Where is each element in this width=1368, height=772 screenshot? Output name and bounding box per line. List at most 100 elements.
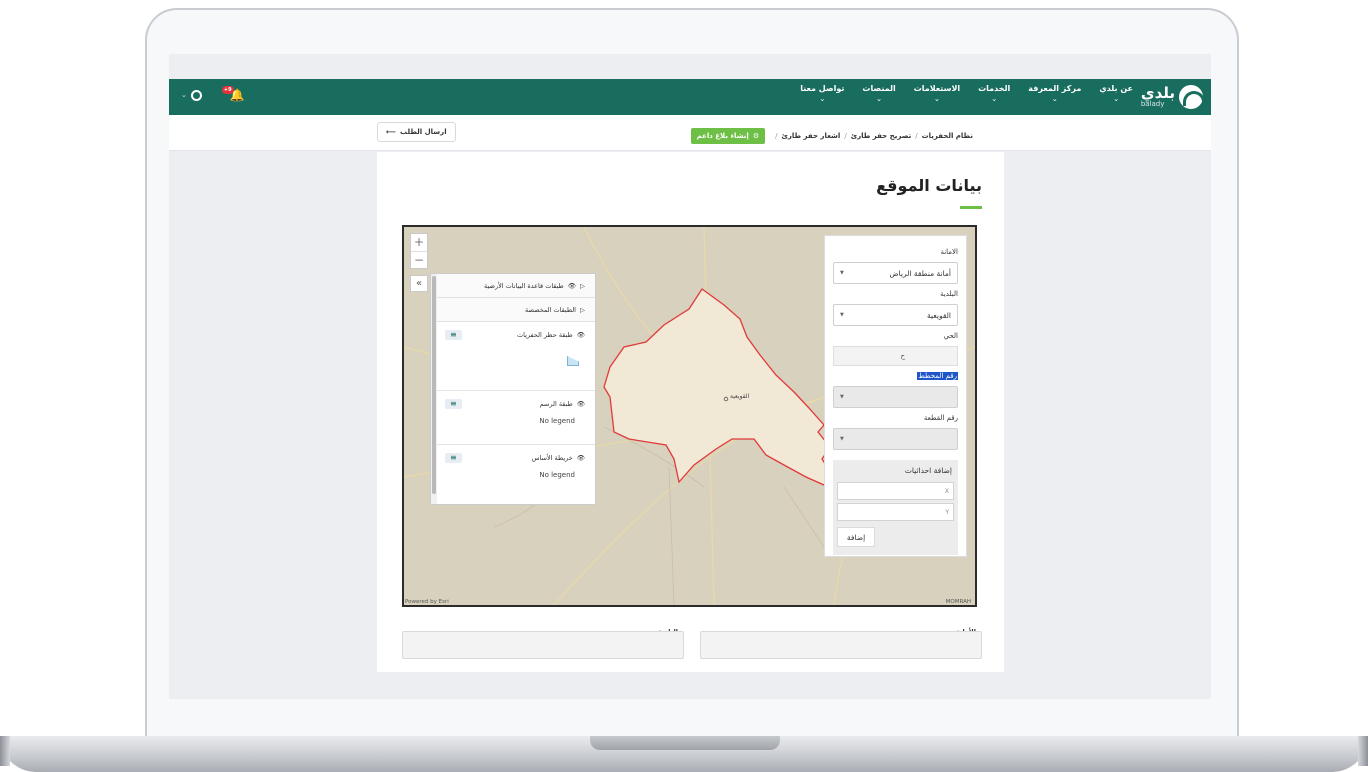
district-label: الحي bbox=[943, 332, 958, 340]
map-attribution: Powered by Esri bbox=[405, 599, 449, 605]
breadcrumb-separator: / bbox=[775, 132, 778, 140]
collapse-panel-button[interactable]: « bbox=[410, 275, 428, 292]
user-icon bbox=[190, 89, 202, 101]
breadcrumb-item[interactable]: نظام الحفريات bbox=[922, 132, 973, 140]
legend-toggle-button[interactable]: ≡ bbox=[445, 453, 462, 463]
layer-row[interactable]: ▷ الطبقات المخصصة bbox=[437, 298, 595, 322]
laptop-edge-left bbox=[0, 736, 10, 766]
location-card: بيانات الموقع القويعية + − « ▷ 👁 طبقات ق… bbox=[377, 152, 1004, 672]
send-request-button[interactable]: ارسال الطلب ⟵ bbox=[377, 122, 456, 142]
nav-item-label: الاستعلامات bbox=[913, 84, 961, 93]
map-view[interactable]: القويعية + − « ▷ 👁 طبقات قاعدة البيانات … bbox=[402, 225, 977, 607]
chevron-down-icon: ⌄ bbox=[1051, 95, 1058, 103]
laptop-edge-right bbox=[1358, 736, 1368, 766]
breadcrumb-separator: / bbox=[844, 132, 847, 140]
create-report-label: إنشاء بلاغ داعم bbox=[696, 132, 749, 140]
breadcrumb: نظام الحفريات / تصريح حفر طارئ / اشعار ح… bbox=[690, 128, 973, 144]
nav-item-label: عن بلدي bbox=[1099, 84, 1133, 93]
eye-icon[interactable]: 👁 bbox=[577, 454, 585, 462]
plot-label: رقم القطعة bbox=[923, 414, 958, 422]
plan-label-wrap: رقم المخطط bbox=[833, 372, 958, 382]
x-coordinate-input[interactable]: X bbox=[837, 482, 954, 500]
notification-badge: +9 bbox=[221, 86, 234, 94]
expand-icon[interactable]: ▷ bbox=[580, 306, 585, 314]
layer-label: خريطة الأساس bbox=[531, 454, 573, 462]
district-value: ح bbox=[900, 352, 905, 360]
no-legend-text: No legend bbox=[539, 417, 575, 425]
breadcrumb-current: اشعار حفر طارئ bbox=[781, 132, 841, 140]
laptop-notch bbox=[590, 736, 780, 750]
map-provider: MOMRAH bbox=[945, 599, 971, 605]
legend-toggle-button[interactable]: ≡ bbox=[445, 399, 462, 409]
user-menu[interactable]: ⌄ bbox=[181, 89, 202, 101]
chevron-down-icon: ⌄ bbox=[934, 95, 940, 103]
gear-icon: ⚙ bbox=[752, 132, 760, 140]
baladiya-value: القويعية bbox=[926, 310, 951, 320]
chevron-down-icon: ⌄ bbox=[1113, 95, 1120, 103]
create-report-button[interactable]: ⚙ إنشاء بلاغ داعم bbox=[690, 128, 766, 144]
location-filter-panel: الامانة أمانة منطقة الرياض ▼ البلدية الق… bbox=[824, 235, 967, 557]
screen: بلدي balady عن بلدي ⌄ مركز المعرفة ⌄ الخدم… bbox=[169, 54, 1211, 699]
layer-label: طبقات قاعدة البيانات الأرضية bbox=[484, 281, 564, 290]
layer-row[interactable]: ▷ 👁 طبقات قاعدة البيانات الأرضية bbox=[437, 274, 595, 298]
zoom-out-button[interactable]: − bbox=[411, 251, 427, 268]
amanah-value: أمانة منطقة الرياض bbox=[889, 268, 951, 278]
nav-item-about[interactable]: عن بلدي ⌄ bbox=[1099, 83, 1133, 104]
baladiya-label: البلدية bbox=[940, 290, 958, 298]
map-place-label: القويعية bbox=[730, 393, 750, 400]
baladiya-select[interactable]: القويعية ▼ bbox=[833, 304, 958, 326]
layers-scrollbar[interactable] bbox=[431, 274, 437, 504]
nav-item-label: الخدمات bbox=[978, 84, 1011, 93]
layer-block: 👁 طبقة حظر الحفريات ≡ bbox=[437, 322, 595, 391]
eye-icon[interactable]: 👁 bbox=[577, 331, 585, 339]
zoom-controls: + − bbox=[410, 233, 428, 269]
send-request-label: ارسال الطلب bbox=[400, 128, 447, 136]
expand-icon[interactable]: ▷ bbox=[580, 282, 585, 290]
baladiya-field[interactable] bbox=[402, 631, 684, 659]
plot-select[interactable]: ▼ bbox=[833, 428, 958, 450]
chevron-down-icon: ⌄ bbox=[991, 95, 998, 103]
plan-select[interactable]: ▼ bbox=[833, 386, 958, 408]
eye-icon[interactable]: 👁 bbox=[577, 400, 585, 408]
chevron-down-icon: ⌄ bbox=[819, 95, 826, 103]
legend-toggle-button[interactable]: ≡ bbox=[445, 330, 462, 340]
breadcrumb-bar: نظام الحفريات / تصريح حفر طارئ / اشعار ح… bbox=[169, 115, 1211, 151]
caret-down-icon: ▼ bbox=[840, 394, 844, 400]
no-legend-text: No legend bbox=[539, 471, 575, 479]
zoom-in-button[interactable]: + bbox=[411, 234, 427, 251]
legend-polygon-icon bbox=[567, 356, 579, 366]
amanah-label: الامانة bbox=[940, 248, 958, 256]
balady-logo[interactable]: بلدي balady bbox=[1140, 84, 1205, 110]
layer-block: 👁 خريطة الأساس ≡ No legend bbox=[437, 445, 595, 485]
layers-panel: ▷ 👁 طبقات قاعدة البيانات الأرضية ▷ الطبق… bbox=[430, 273, 596, 505]
nav-item-platforms[interactable]: المنصات ⌄ bbox=[862, 83, 895, 104]
district-input[interactable]: ح bbox=[833, 346, 958, 366]
layer-block: 👁 طبقة الرسم ≡ No legend bbox=[437, 391, 595, 445]
nav-menu: عن بلدي ⌄ مركز المعرفة ⌄ الخدمات ⌄ الاستعلا… bbox=[800, 83, 1133, 104]
top-nav: بلدي balady عن بلدي ⌄ مركز المعرفة ⌄ الخدم… bbox=[169, 79, 1211, 115]
nav-item-label: المنصات bbox=[862, 84, 896, 93]
notifications-button[interactable]: +9 🔔 bbox=[221, 86, 245, 102]
breadcrumb-item[interactable]: تصريح حفر طارئ bbox=[851, 132, 912, 140]
layer-label: طبقة الرسم bbox=[539, 400, 573, 408]
layer-label: الطبقات المخصصة bbox=[524, 305, 576, 314]
nav-item-inquiries[interactable]: الاستعلامات ⌄ bbox=[914, 83, 960, 104]
nav-user-area: ⌄ +9 🔔 bbox=[181, 86, 245, 102]
amanah-select[interactable]: أمانة منطقة الرياض ▼ bbox=[833, 262, 958, 284]
chevron-down-icon: ⌄ bbox=[181, 91, 187, 99]
amanah-field[interactable] bbox=[700, 631, 982, 659]
y-coordinate-input[interactable]: Y bbox=[837, 503, 954, 521]
logo-english: balady bbox=[1140, 100, 1165, 108]
breadcrumb-separator: / bbox=[915, 132, 918, 140]
nav-item-contact[interactable]: تواصل معنا ⌄ bbox=[800, 83, 844, 104]
nav-item-label: مركز المعرفة bbox=[1028, 84, 1082, 93]
add-coordinates-button[interactable]: إضافة bbox=[837, 527, 875, 547]
nav-item-services[interactable]: الخدمات ⌄ bbox=[978, 83, 1010, 104]
coordinates-box: إضافة احداثيات X Y إضافة bbox=[833, 460, 958, 555]
chevron-down-icon: ⌄ bbox=[876, 95, 882, 103]
balady-logo-icon bbox=[1179, 85, 1205, 109]
layer-label: طبقة حظر الحفريات bbox=[516, 331, 573, 339]
eye-icon[interactable]: 👁 bbox=[568, 282, 576, 290]
nav-item-knowledge[interactable]: مركز المعرفة ⌄ bbox=[1028, 83, 1081, 104]
nav-item-label: تواصل معنا bbox=[800, 84, 845, 93]
